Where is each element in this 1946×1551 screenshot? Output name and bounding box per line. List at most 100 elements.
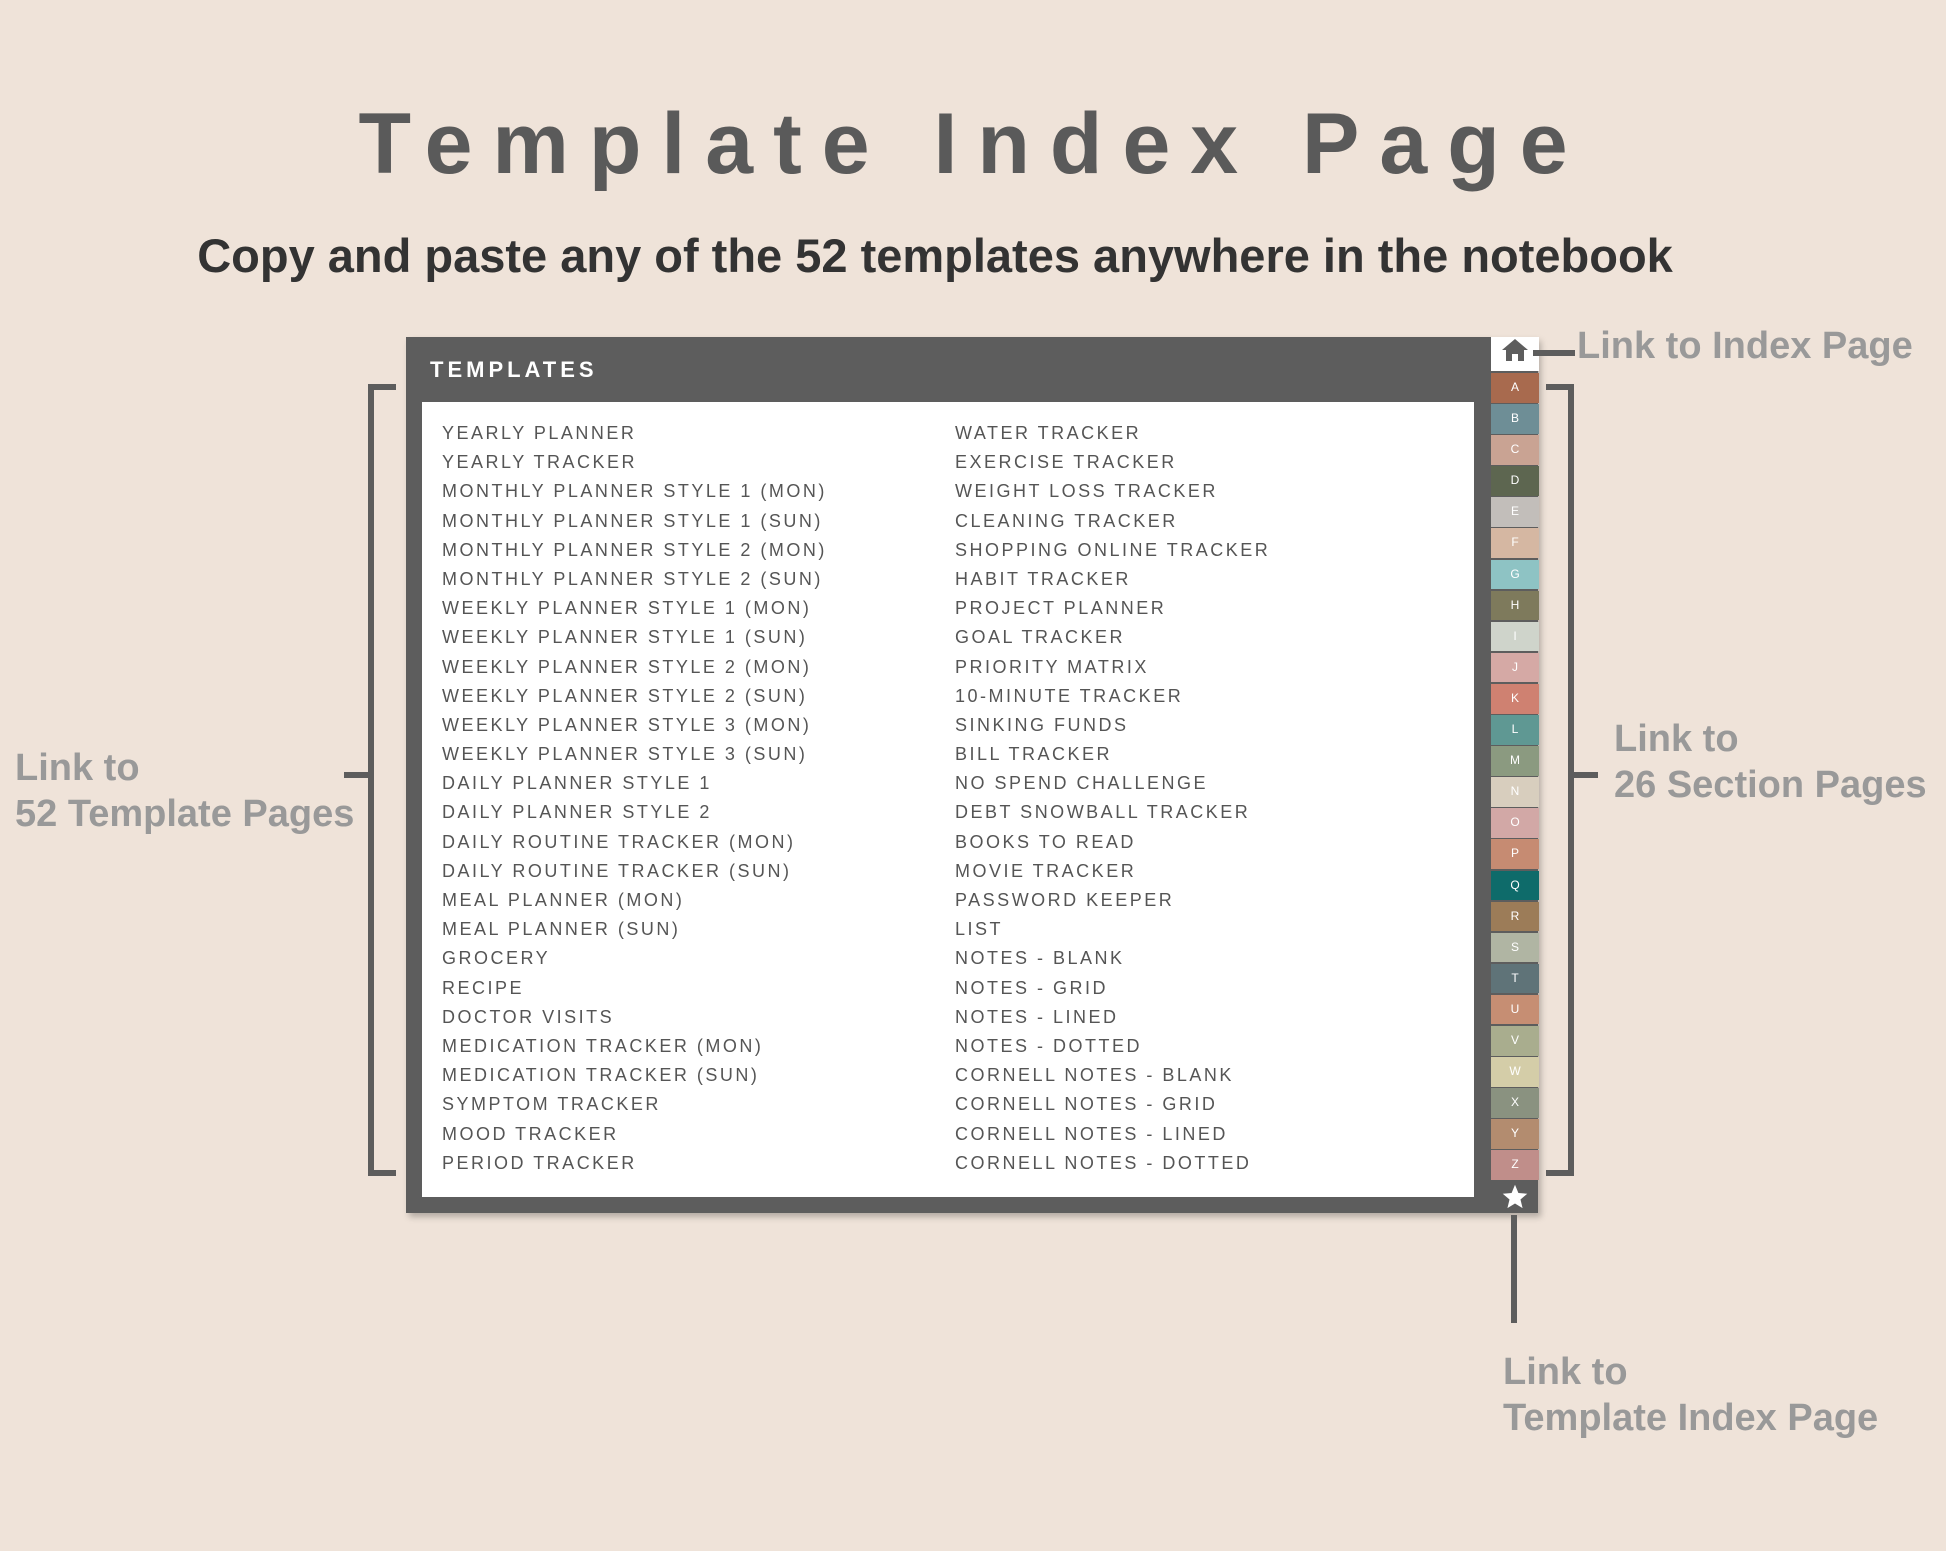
template-link[interactable]: DAILY PLANNER STYLE 2: [442, 798, 827, 827]
template-link[interactable]: MONTHLY PLANNER STYLE 1 (SUN): [442, 507, 827, 536]
template-link[interactable]: YEARLY PLANNER: [442, 419, 827, 448]
template-index-button[interactable]: [1491, 1181, 1539, 1213]
template-link[interactable]: DAILY ROUTINE TRACKER (MON): [442, 828, 827, 857]
template-link[interactable]: WEEKLY PLANNER STYLE 1 (SUN): [442, 623, 827, 652]
section-tab-b[interactable]: B: [1491, 404, 1539, 434]
template-link[interactable]: NOTES - LINED: [955, 1003, 1270, 1032]
index-page-connector: [1533, 350, 1575, 356]
template-link[interactable]: DOCTOR VISITS: [442, 1003, 827, 1032]
section-tab-x[interactable]: X: [1491, 1088, 1539, 1118]
template-link[interactable]: NO SPEND CHALLENGE: [955, 769, 1270, 798]
template-link[interactable]: DEBT SNOWBALL TRACKER: [955, 798, 1270, 827]
callout-template-pages-line1: Link to: [15, 747, 140, 789]
template-link[interactable]: WATER TRACKER: [955, 419, 1270, 448]
section-tab-g[interactable]: G: [1491, 559, 1539, 590]
template-link[interactable]: MOVIE TRACKER: [955, 857, 1270, 886]
callout-template-index-line1: Link to: [1503, 1351, 1628, 1393]
template-link[interactable]: YEARLY TRACKER: [442, 448, 827, 477]
section-tab-w[interactable]: W: [1491, 1057, 1539, 1087]
section-tab-h[interactable]: H: [1491, 590, 1539, 621]
section-tab-j[interactable]: J: [1491, 652, 1539, 683]
callout-section-pages: Link to 26 Section Pages: [1614, 716, 1927, 808]
home-button[interactable]: [1491, 337, 1539, 371]
section-tab-c[interactable]: C: [1491, 435, 1539, 465]
template-link[interactable]: MOOD TRACKER: [442, 1120, 827, 1149]
callout-index-page: Link to Index Page: [1577, 325, 1913, 367]
section-tab-k[interactable]: K: [1491, 683, 1539, 714]
template-link[interactable]: GROCERY: [442, 944, 827, 973]
template-index-connector: [1511, 1215, 1517, 1323]
template-link[interactable]: GOAL TRACKER: [955, 623, 1270, 652]
template-link[interactable]: SHOPPING ONLINE TRACKER: [955, 536, 1270, 565]
callout-template-index-line2: Template Index Page: [1503, 1397, 1879, 1439]
page-title: Template Index Page: [358, 96, 1588, 192]
template-link[interactable]: WEEKLY PLANNER STYLE 1 (MON): [442, 594, 827, 623]
section-tab-v[interactable]: V: [1491, 1025, 1539, 1056]
section-tab-t[interactable]: T: [1491, 963, 1539, 994]
section-tab-l[interactable]: L: [1491, 715, 1539, 745]
notebook-page: TEMPLATES YEARLY PLANNER YEARLY TRACKER MO…: [406, 337, 1538, 1213]
section-tab-u[interactable]: U: [1491, 994, 1539, 1025]
section-tab-i[interactable]: I: [1491, 621, 1539, 652]
template-link[interactable]: WEIGHT LOSS TRACKER: [955, 477, 1270, 506]
template-link[interactable]: MONTHLY PLANNER STYLE 2 (SUN): [442, 565, 827, 594]
template-link[interactable]: CORNELL NOTES - DOTTED: [955, 1149, 1270, 1178]
template-link[interactable]: PRIORITY MATRIX: [955, 653, 1270, 682]
section-tab-y[interactable]: Y: [1491, 1119, 1539, 1149]
callout-template-pages: Link to 52 Template Pages: [15, 745, 354, 837]
section-tab-e[interactable]: E: [1491, 497, 1539, 527]
section-tab-z[interactable]: Z: [1491, 1150, 1539, 1180]
template-link[interactable]: WEEKLY PLANNER STYLE 3 (SUN): [442, 740, 827, 769]
template-link[interactable]: PROJECT PLANNER: [955, 594, 1270, 623]
template-link[interactable]: NOTES - GRID: [955, 974, 1270, 1003]
callout-section-pages-line2: 26 Section Pages: [1614, 764, 1927, 806]
template-link[interactable]: LIST: [955, 915, 1270, 944]
template-link[interactable]: DAILY PLANNER STYLE 1: [442, 769, 827, 798]
callout-template-pages-line2: 52 Template Pages: [15, 793, 355, 835]
template-link[interactable]: MONTHLY PLANNER STYLE 2 (MON): [442, 536, 827, 565]
template-link[interactable]: NOTES - BLANK: [955, 944, 1270, 973]
template-link[interactable]: 10-MINUTE TRACKER: [955, 682, 1270, 711]
template-link[interactable]: SYMPTOM TRACKER: [442, 1090, 827, 1119]
template-link[interactable]: WEEKLY PLANNER STYLE 2 (MON): [442, 653, 827, 682]
section-tab-p[interactable]: P: [1491, 839, 1539, 869]
right-bracket: [1546, 384, 1574, 1176]
section-tabs: ABCDEFGHIJKLMNOPQRSTUVWXYZ: [1491, 373, 1539, 1181]
section-tab-a[interactable]: A: [1491, 373, 1539, 403]
template-link[interactable]: RECIPE: [442, 974, 827, 1003]
template-link[interactable]: MONTHLY PLANNER STYLE 1 (MON): [442, 477, 827, 506]
template-link[interactable]: BILL TRACKER: [955, 740, 1270, 769]
section-tab-d[interactable]: D: [1491, 466, 1539, 496]
template-link[interactable]: MEDICATION TRACKER (MON): [442, 1032, 827, 1061]
home-icon: [1502, 339, 1528, 361]
section-tab-s[interactable]: S: [1491, 932, 1539, 963]
templates-header: TEMPLATES: [430, 357, 598, 382]
template-list-panel: YEARLY PLANNER YEARLY TRACKER MONTHLY PLAN…: [422, 402, 1474, 1197]
template-list-right: WATER TRACKER EXERCISE TRACKER WEIGHT LOSS…: [955, 419, 1270, 1178]
section-tab-n[interactable]: N: [1491, 777, 1539, 807]
section-tab-m[interactable]: M: [1491, 746, 1539, 776]
section-tab-q[interactable]: Q: [1491, 870, 1539, 901]
template-link[interactable]: PASSWORD KEEPER: [955, 886, 1270, 915]
template-link[interactable]: MEAL PLANNER (SUN): [442, 915, 827, 944]
section-tab-f[interactable]: F: [1491, 528, 1539, 559]
section-tab-o[interactable]: O: [1491, 808, 1539, 838]
template-link[interactable]: NOTES - DOTTED: [955, 1032, 1270, 1061]
page-subtitle: Copy and paste any of the 52 templates a…: [197, 229, 1673, 282]
template-link[interactable]: DAILY ROUTINE TRACKER (SUN): [442, 857, 827, 886]
template-link[interactable]: CLEANING TRACKER: [955, 507, 1270, 536]
template-link[interactable]: MEAL PLANNER (MON): [442, 886, 827, 915]
section-tab-r[interactable]: R: [1491, 901, 1539, 932]
template-link[interactable]: PERIOD TRACKER: [442, 1149, 827, 1178]
left-bracket: [368, 384, 396, 1176]
template-link[interactable]: WEEKLY PLANNER STYLE 2 (SUN): [442, 682, 827, 711]
template-link[interactable]: CORNELL NOTES - LINED: [955, 1120, 1270, 1149]
template-link[interactable]: SINKING FUNDS: [955, 711, 1270, 740]
template-link[interactable]: EXERCISE TRACKER: [955, 448, 1270, 477]
template-link[interactable]: MEDICATION TRACKER (SUN): [442, 1061, 827, 1090]
template-link[interactable]: HABIT TRACKER: [955, 565, 1270, 594]
template-link[interactable]: CORNELL NOTES - BLANK: [955, 1061, 1270, 1090]
template-link[interactable]: CORNELL NOTES - GRID: [955, 1090, 1270, 1119]
template-link[interactable]: WEEKLY PLANNER STYLE 3 (MON): [442, 711, 827, 740]
template-link[interactable]: BOOKS TO READ: [955, 828, 1270, 857]
